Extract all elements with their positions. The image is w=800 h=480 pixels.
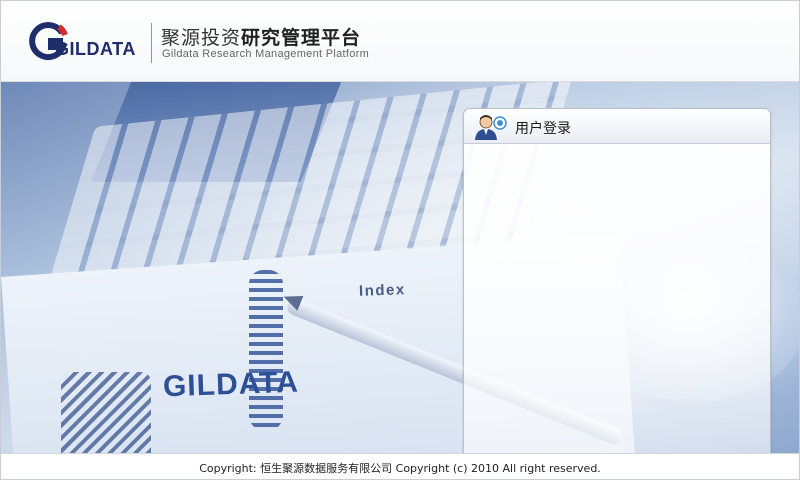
- footer: Copyright: 恒生聚源数据服务有限公司 Copyright (c) 20…: [1, 453, 799, 479]
- header: GILDATA 聚源投资研究管理平台 Gildata Research Mana…: [1, 1, 799, 82]
- app-title-cn-bold: 研究管理平台: [241, 27, 362, 49]
- app-title-en: Gildata Research Management Platform: [162, 48, 370, 60]
- app-window: GILDATA 聚源投资研究管理平台 Gildata Research Mana…: [0, 0, 800, 480]
- login-panel: 用户登录: [463, 108, 771, 453]
- gildata-logo: GILDATA: [29, 21, 149, 65]
- copyright-text: Copyright: 恒生聚源数据服务有限公司 Copyright (c) 20…: [199, 462, 601, 475]
- banner-image: GILDATA Index 用户登录: [1, 82, 799, 453]
- user-login-icon: [475, 115, 507, 140]
- login-title: 用户登录: [515, 121, 571, 137]
- notebook-spiral: [249, 270, 283, 430]
- login-panel-body: [464, 144, 770, 453]
- app-title-cn: 聚源投资研究管理平台: [161, 23, 361, 50]
- notebook-spiral-2: [61, 372, 151, 453]
- header-divider: [151, 23, 152, 63]
- notebook-index-text: Index: [358, 281, 406, 300]
- logo-text: GILDATA: [55, 39, 136, 59]
- app-title-cn-light: 聚源投资: [161, 27, 242, 49]
- notebook-brand-text: GILDATA: [162, 365, 300, 404]
- login-panel-header: 用户登录: [464, 109, 770, 144]
